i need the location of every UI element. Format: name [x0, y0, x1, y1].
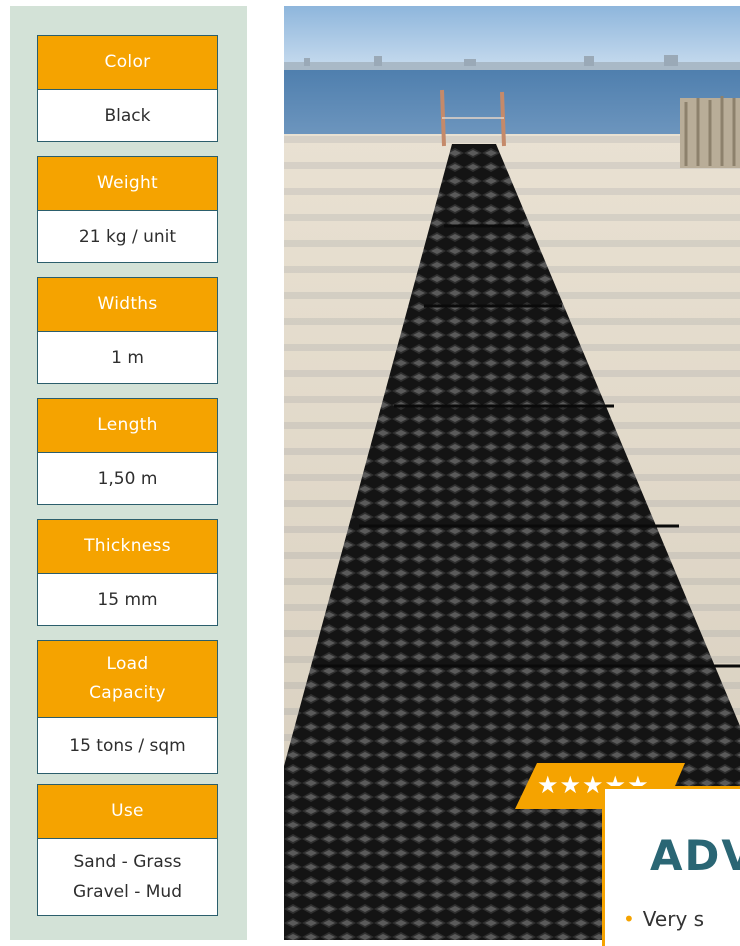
- spec-card-length: Length 1,50 m: [37, 398, 218, 505]
- spec-label: Load Capacity: [38, 641, 217, 718]
- advantages-bullet: • Very s: [623, 907, 704, 931]
- spec-card-color: Color Black: [37, 35, 218, 142]
- spec-value: 15 tons / sqm: [69, 735, 186, 756]
- spec-value: 1 m: [111, 347, 144, 368]
- spec-card-thickness: Thickness 15 mm: [37, 519, 218, 626]
- spec-label: Use: [38, 785, 217, 839]
- spec-value: 1,50 m: [97, 468, 158, 489]
- spec-card-use: Use Sand - Grass Gravel - Mud: [37, 784, 218, 916]
- spec-label: Color: [38, 36, 217, 90]
- spec-label: Widths: [38, 278, 217, 332]
- spec-card-widths: Widths 1 m: [37, 277, 218, 384]
- spec-panel: Color Black Weight 21 kg / unit Widths 1…: [10, 6, 247, 940]
- spec-label: Length: [38, 399, 217, 453]
- spec-value: 21 kg / unit: [78, 226, 177, 247]
- spec-card-weight: Weight 21 kg / unit: [37, 156, 218, 263]
- advantages-card: ADV • Very s: [602, 786, 740, 946]
- spec-label: Weight: [38, 157, 217, 211]
- spec-label: Thickness: [38, 520, 217, 574]
- spec-value: Black: [104, 105, 151, 126]
- spec-value: 15 mm: [97, 589, 158, 610]
- spec-value: Sand - Grass Gravel - Mud: [73, 852, 182, 902]
- bullet-text: Very s: [642, 907, 705, 931]
- spec-card-load-capacity: Load Capacity 15 tons / sqm: [37, 640, 218, 774]
- bullet-dot-icon: •: [623, 907, 635, 931]
- advantages-title: ADV: [650, 831, 740, 880]
